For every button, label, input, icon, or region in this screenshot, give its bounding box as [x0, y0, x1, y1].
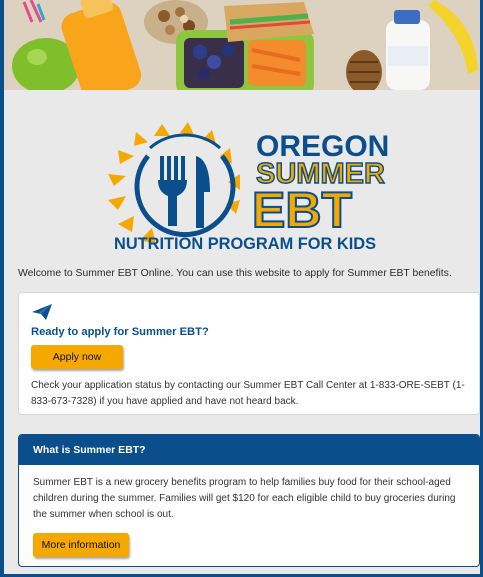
- info-card-header: What is Summer EBT?: [19, 435, 479, 465]
- apply-card: Ready to apply for Summer EBT? Apply now…: [18, 292, 480, 415]
- banner-illustration: [4, 0, 480, 90]
- logo-graphic: OREGON SUMMER EBT NUTRITION PROGRAM FOR …: [108, 122, 389, 253]
- fork-icon: [158, 156, 187, 226]
- food-banner-image: [4, 0, 480, 90]
- application-status-text: Check your application status by contact…: [31, 380, 465, 407]
- paper-plane-icon: [32, 304, 52, 320]
- more-information-button[interactable]: More information: [33, 533, 129, 557]
- oregon-summer-ebt-logo: OREGON SUMMER EBT NUTRITION PROGRAM FOR …: [4, 120, 480, 255]
- apply-heading: Ready to apply for Summer EBT?: [31, 326, 209, 338]
- logo-ebt: EBT: [252, 182, 352, 238]
- welcome-text: Welcome to Summer EBT Online. You can us…: [18, 268, 452, 279]
- apply-now-button[interactable]: Apply now: [31, 345, 123, 369]
- info-card-body: Summer EBT is a new grocery benefits pro…: [33, 477, 456, 520]
- info-card: What is Summer EBT? Summer EBT is a new …: [18, 434, 480, 567]
- page-frame: OREGON SUMMER EBT NUTRITION PROGRAM FOR …: [0, 0, 483, 577]
- knife-icon: [196, 156, 210, 228]
- logo-tagline: NUTRITION PROGRAM FOR KIDS: [114, 234, 376, 253]
